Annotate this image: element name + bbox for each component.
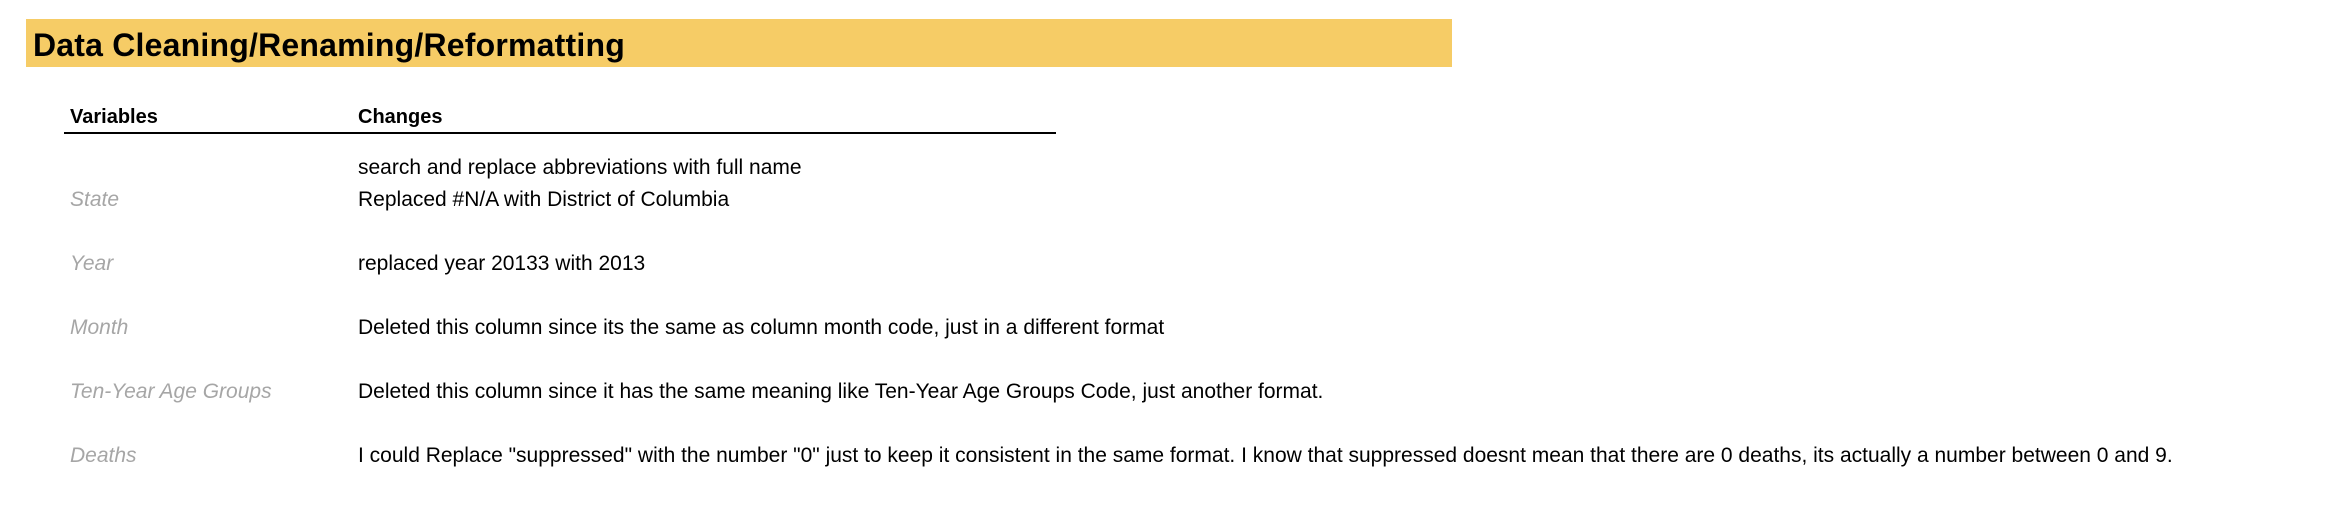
variable-label-state: State: [70, 188, 120, 211]
variable-label-deaths: Deaths: [70, 444, 137, 467]
page-title: Data Cleaning/Renaming/Reformatting: [33, 27, 625, 63]
change-text-deaths: I could Replace "suppressed" with the nu…: [358, 444, 2173, 467]
variable-label-month: Month: [70, 316, 129, 339]
header-divider: [64, 132, 1056, 134]
change-text-state-1: search and replace abbreviations with fu…: [358, 156, 802, 179]
column-header-changes: Changes: [358, 106, 443, 128]
change-text-state-2: Replaced #N/A with District of Columbia: [358, 188, 730, 211]
change-text-ten-year-age-groups: Deleted this column since it has the sam…: [358, 380, 1324, 403]
variable-label-year: Year: [70, 252, 114, 275]
variable-label-ten-year-age-groups: Ten-Year Age Groups: [70, 380, 272, 403]
change-text-year: replaced year 20133 with 2013: [358, 252, 646, 275]
change-text-month: Deleted this column since its the same a…: [358, 316, 1165, 339]
column-header-variables: Variables: [70, 106, 158, 128]
